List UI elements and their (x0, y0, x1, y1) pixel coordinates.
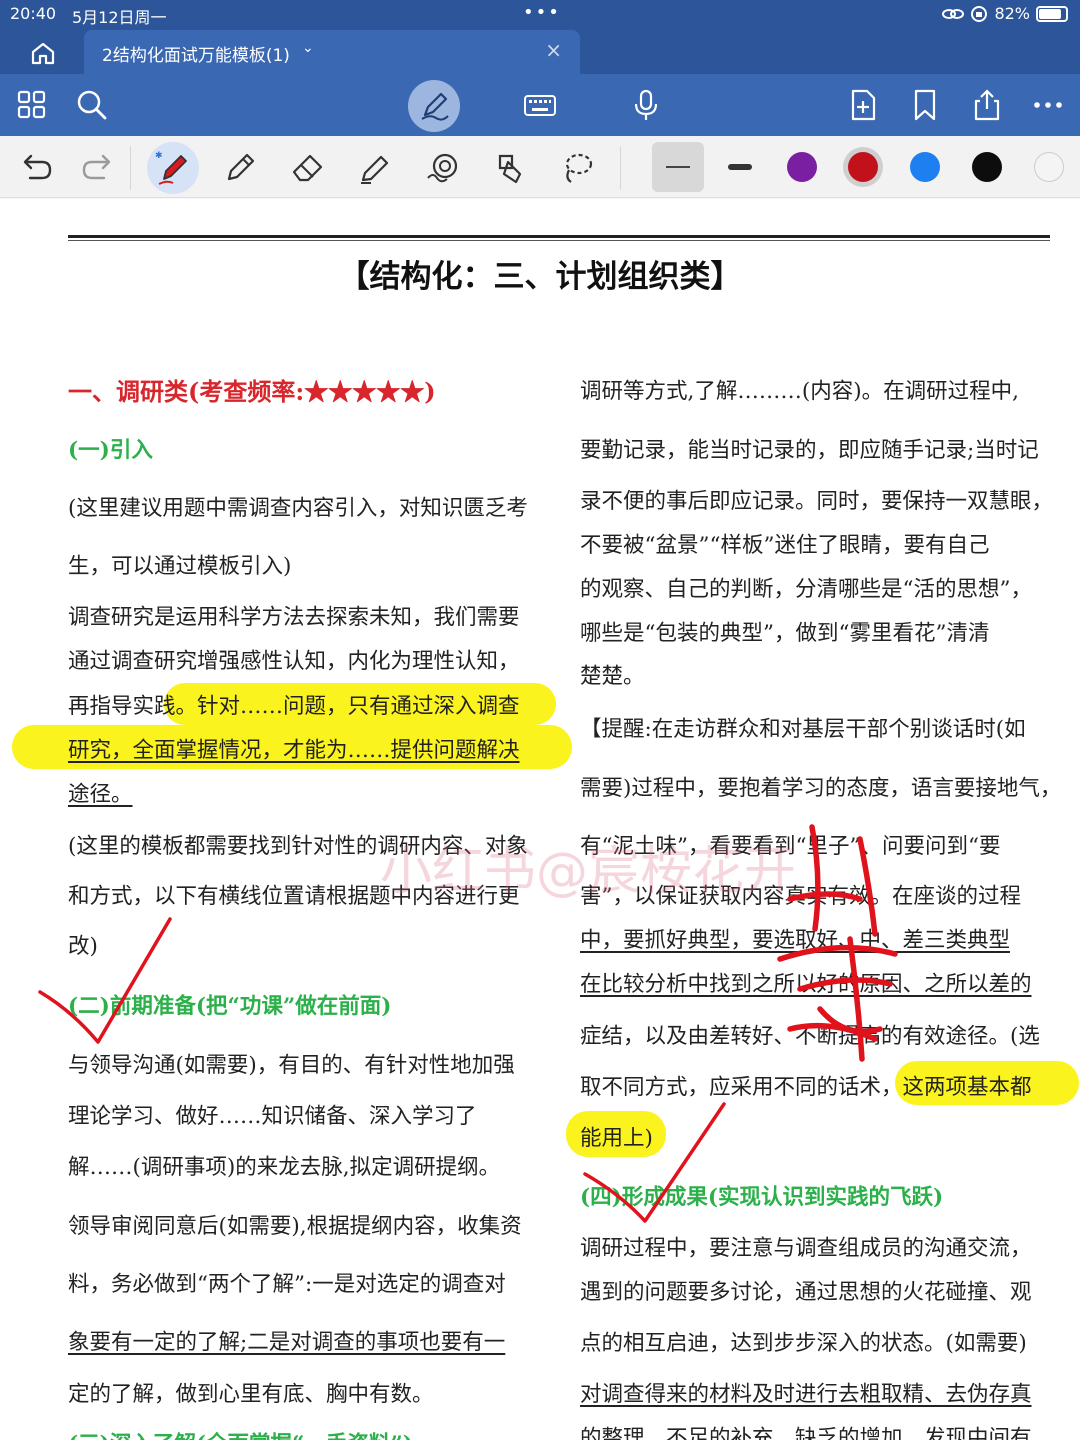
grid-icon[interactable] (14, 87, 50, 123)
body-line: 取不同方式，应采用不同的话术，这两项基本都 (580, 1075, 1032, 1100)
body-line: 调研等方式,了解………(内容)。在调研过程中, (580, 379, 1019, 404)
add-page-icon[interactable] (845, 87, 881, 123)
body-line: 【提醒:在走访群众和对基层干部个别谈话时(如 (580, 717, 1026, 742)
body-line: 的整理，不足的补充，缺乏的增加，发现中间有 (580, 1426, 1032, 1440)
color-swatch-purple[interactable] (787, 152, 817, 182)
body-line: (这里的模板都需要找到针对性的调研内容、对象 (68, 834, 528, 859)
body-line: 研究，全面掌握情况，才能为……提供问题解决 (68, 738, 520, 763)
main-toolbar (0, 74, 1080, 136)
share-icon[interactable] (969, 87, 1005, 123)
microphone-icon[interactable] (628, 87, 664, 123)
body-line: 通过调查研究增强感性认知，内化为理性认知， (68, 649, 520, 674)
page-title: 【结构化：三、计划组织类】 (338, 259, 742, 295)
highlighter-icon[interactable] (355, 148, 395, 188)
body-line: 对调查得来的材料及时进行去粗取精、去伪存真 (580, 1382, 1032, 1407)
header-rule-thin (68, 240, 1050, 241)
status-date: 5月12日周一 (72, 8, 167, 27)
status-time: 20:40 (10, 4, 57, 23)
body-line: 再指导实践。针对……问题，只有通过深入调查 (68, 694, 520, 719)
body-line: 有“泥土味”，看要看到“里子”、问要问到“要 (580, 834, 1001, 859)
subsection-heading: (二)前期准备(把“功课”做在前面) (68, 994, 392, 1019)
lasso-icon[interactable] (557, 148, 597, 188)
body-line: 和方式，以下有横线位置请根据题中内容进行更 (68, 884, 520, 909)
body-line: 需要)过程中，要抱着学习的态度，语言要接地气， (580, 776, 1062, 801)
body-line: 调研过程中，要注意与调查组成员的沟通交流， (580, 1236, 1032, 1261)
body-line: 领导审阅同意后(如需要),根据提纲内容，收集资 (68, 1214, 522, 1239)
stamp-icon[interactable] (490, 148, 530, 188)
document-tab[interactable]: 2结构化面试万能模板(1) ⌄ × (84, 30, 580, 74)
search-icon[interactable] (74, 87, 110, 123)
body-line: 料，务必做到“两个了解”:一是对选定的调查对 (68, 1272, 506, 1297)
body-line: 调查研究是运用科学方法去探索未知，我们需要 (68, 605, 520, 630)
orientation-lock-icon (971, 5, 988, 22)
close-icon[interactable]: × (545, 38, 562, 62)
redo-icon[interactable] (78, 148, 118, 188)
subsection-heading: (一)引入 (68, 438, 153, 463)
undo-icon[interactable] (16, 148, 56, 188)
body-line: 象要有一定的了解;二是对调查的事项也要有一 (68, 1330, 506, 1355)
bookmark-icon[interactable] (907, 87, 943, 123)
subsection-heading: (三)深入了解(全面掌握“一手资料”) (68, 1427, 413, 1440)
svg-text:✱: ✱ (155, 151, 163, 161)
color-swatch-red[interactable] (848, 152, 878, 182)
eraser-icon[interactable] (288, 148, 328, 188)
body-line: 解……(调研事项)的来龙去脉,拟定调研提纲。 (68, 1155, 501, 1180)
body-line: 害”，以保证获取内容真实有效。在座谈的过程 (580, 884, 1021, 909)
body-line: (这里建议用题中需调查内容引入，对知识匮乏考 (68, 496, 528, 521)
document-tab-title: 2结构化面试万能模板(1) (102, 46, 290, 66)
shape-icon[interactable] (423, 148, 463, 188)
link-icon (942, 8, 965, 19)
body-line: 的观察、自己的判断，分清哪些是“活的思想”， (580, 577, 1032, 602)
document-page[interactable]: 【结构化：三、计划组织类】 一、调研类(考查频率:★★★★★) (一)引入 (这… (0, 199, 1080, 1440)
color-swatch-white[interactable] (1034, 152, 1064, 182)
ballpoint-pen-button[interactable]: ✱ (147, 142, 199, 194)
body-line: 定的了解，做到心里有底、胸中有数。 (68, 1382, 434, 1407)
keyboard-icon[interactable] (522, 87, 558, 123)
body-line: 与领导沟通(如需要)，有目的、有针对性地加强 (68, 1053, 515, 1078)
pen-mode-button[interactable] (408, 80, 460, 132)
header-rule (68, 235, 1050, 238)
thickness-thin-button[interactable] (652, 142, 704, 192)
tab-bar: 2结构化面试万能模板(1) ⌄ × (0, 30, 1080, 74)
body-line: 理论学习、做好……知识储备、深入学习了 (68, 1104, 477, 1129)
multitask-dots-icon[interactable]: ••• (523, 2, 561, 23)
chevron-down-icon[interactable]: ⌄ (302, 40, 314, 56)
body-line: 中，要抓好典型，要选取好、中、差三类典型 (580, 928, 1011, 953)
body-line: 楚楚。 (580, 664, 645, 689)
checkmark-stroke (38, 917, 172, 1044)
body-line: 录不便的事后即应记录。同时，要保持一双慧眼， (580, 489, 1054, 514)
color-swatch-blue[interactable] (910, 152, 940, 182)
body-line: 生，可以通过模板引入) (68, 554, 292, 579)
pen-mode-icon (421, 92, 449, 121)
body-line: 哪些是“包装的典型”，做到“雾里看花”清清 (580, 621, 990, 646)
battery-icon (1036, 5, 1068, 22)
body-line: 点的相互启迪，达到步步深入的状态。(如需要) (580, 1331, 1027, 1356)
color-swatch-black[interactable] (972, 152, 1002, 182)
toolbar-divider (620, 146, 621, 190)
thickness-thick-button[interactable] (720, 142, 760, 192)
body-line: 遇到的问题要多讨论，通过思想的火花碰撞、观 (580, 1280, 1032, 1305)
body-line: 不要被“盆景”“样板”迷住了眼睛，要有自己 (580, 533, 990, 558)
body-line: 途径。 (68, 782, 133, 807)
subsection-heading: (四)形成成果(实现认识到实践的飞跃) (580, 1185, 944, 1210)
battery-percent: 82% (994, 4, 1030, 23)
toolbar-divider (130, 146, 131, 190)
body-line: 症结，以及由差转好、不断提高的有效途径。(选 (580, 1024, 1040, 1049)
body-line: 要勤记录，能当时记录的，即应随手记录;当时记 (580, 438, 1039, 463)
body-line: 能用上) (580, 1126, 653, 1151)
home-icon[interactable] (26, 36, 60, 70)
body-line: 在比较分析中找到之所以好的原因、之所以差的 (580, 972, 1032, 997)
more-icon[interactable] (1030, 87, 1066, 123)
ballpoint-pen-icon: ✱ (155, 151, 187, 185)
section-heading: 一、调研类(考查频率:★★★★★) (68, 377, 436, 406)
status-bar: 20:40 5月12日周一 ••• 82% (0, 0, 1080, 30)
body-line: 改) (68, 934, 98, 959)
pencil-icon[interactable] (220, 148, 260, 188)
